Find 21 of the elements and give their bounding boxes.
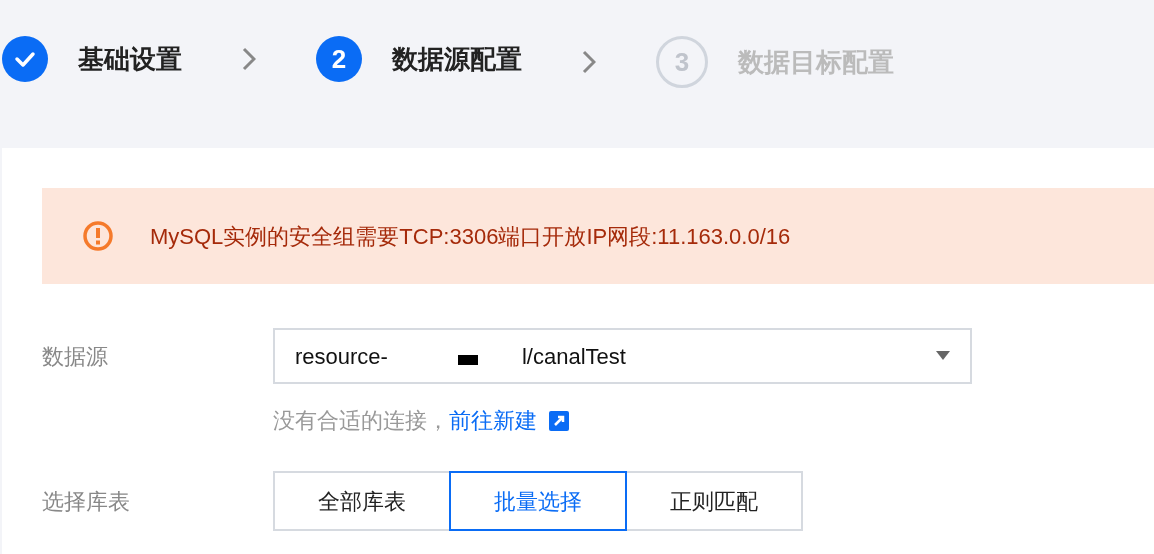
- step-label: 基础设置: [78, 42, 182, 76]
- hint-text: 没有合适的连接，: [273, 407, 449, 435]
- option-tab[interactable]: 批量选择: [449, 471, 627, 531]
- external-link-icon: [549, 410, 569, 431]
- field-label: 选择库表: [42, 487, 131, 516]
- redaction-mark: [457, 355, 478, 365]
- select-value: l/canalTest: [521, 342, 626, 371]
- create-link[interactable]: 前往新建: [449, 404, 537, 437]
- chevron-icon: [242, 47, 256, 71]
- option-tab[interactable]: 正则匹配: [625, 471, 803, 531]
- source-select[interactable]: resource- l/canalTest: [273, 328, 972, 384]
- step-label: 数据目标配置: [738, 45, 894, 79]
- select-value: resource-: [295, 342, 388, 371]
- step-label: 数据源配置: [392, 42, 522, 76]
- exclamation-icon: [82, 220, 114, 252]
- chevron-icon: [582, 50, 596, 74]
- step-number: 2: [316, 36, 362, 82]
- option-tab[interactable]: 全部库表: [273, 471, 451, 531]
- caret-icon: [936, 351, 950, 361]
- alert-text: MySQL实例的安全组需要TCP:3306端口开放IP网段:11.163.0.0/16: [150, 222, 791, 251]
- field-label: 数据源: [42, 342, 109, 371]
